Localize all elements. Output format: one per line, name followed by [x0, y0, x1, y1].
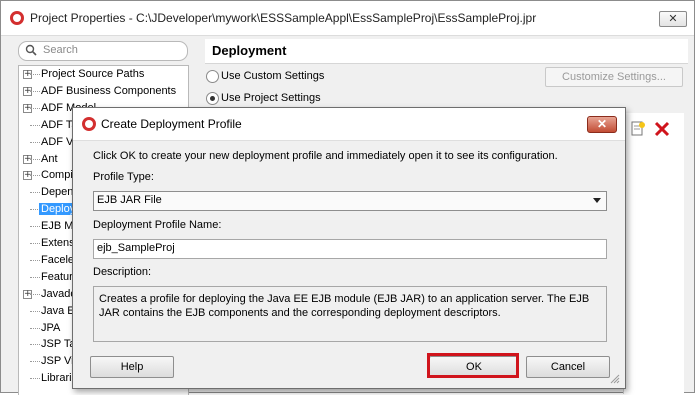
tree-connector — [30, 361, 40, 363]
profile-name-input[interactable]: ejb_SampleProj — [93, 239, 607, 259]
window-titlebar: Project Properties - C:\JDeveloper\mywor… — [1, 1, 694, 36]
tree-item-label: JSP Ta — [41, 338, 76, 351]
new-profile-icon[interactable] — [630, 121, 646, 137]
deployment-header: Deployment — [205, 39, 688, 64]
search-icon — [25, 44, 37, 56]
dialog-titlebar: Create Deployment Profile ✕ — [73, 108, 625, 141]
tree-connector — [30, 327, 40, 329]
tree-connector — [30, 378, 40, 380]
tree-item-label: Facele — [41, 253, 75, 266]
use-project-radio[interactable] — [206, 92, 219, 105]
customize-settings-button: Customize Settings... — [545, 67, 683, 87]
dialog-close-button[interactable]: ✕ — [587, 116, 617, 133]
tree-item-label: Project Source Paths — [41, 68, 145, 80]
description-text: Creates a profile for deploying the Java… — [99, 293, 590, 319]
window-close-button[interactable]: ✕ — [659, 11, 687, 27]
oracle-logo-icon — [10, 11, 24, 25]
window-title: Project Properties - C:\JDeveloper\mywor… — [30, 11, 537, 25]
tree-connector — [30, 344, 40, 346]
tree-item[interactable]: + ADF Business Components — [19, 83, 188, 100]
search-field[interactable]: Search — [18, 41, 188, 61]
tree-connector — [30, 90, 40, 92]
delete-profile-icon[interactable] — [654, 121, 670, 137]
create-deployment-profile-dialog: Create Deployment Profile ✕ Click OK to … — [72, 107, 626, 389]
profile-name-value: ejb_SampleProj — [97, 242, 175, 254]
chevron-down-icon — [593, 198, 601, 203]
profiles-panel — [623, 113, 684, 394]
dialog-title: Create Deployment Profile — [101, 117, 242, 131]
tree-connector — [30, 175, 40, 177]
description-box: Creates a profile for deploying the Java… — [93, 286, 607, 342]
profile-type-select[interactable]: EJB JAR File — [93, 191, 607, 211]
tree-connector — [30, 192, 40, 194]
tree-item-label: JPA — [41, 321, 61, 334]
help-button[interactable]: Help — [90, 356, 174, 378]
tree-item-label: Java E — [41, 304, 75, 317]
tree-connector — [30, 259, 40, 261]
profile-name-label: Deployment Profile Name: — [93, 219, 222, 231]
tree-item-label: Depen — [41, 186, 74, 199]
profile-type-value: EJB JAR File — [97, 194, 162, 206]
tree-connector — [30, 243, 40, 244]
tree-connector — [30, 158, 40, 160]
use-custom-label: Use Custom Settings — [221, 70, 325, 82]
tree-connector — [30, 276, 40, 278]
cancel-button[interactable]: Cancel — [526, 356, 610, 378]
tree-connector — [30, 293, 40, 295]
resize-grip-icon[interactable] — [610, 374, 620, 384]
tree-connector — [30, 74, 40, 75]
oracle-logo-icon — [82, 117, 96, 131]
use-project-label: Use Project Settings — [221, 92, 321, 104]
use-custom-radio[interactable] — [206, 70, 219, 83]
tree-item-label: Extens — [41, 237, 75, 249]
description-label: Description: — [93, 266, 152, 278]
tree-item-label: ADF Business Components — [41, 84, 177, 97]
search-placeholder: Search — [43, 44, 78, 56]
tree-item-label: Featur — [41, 270, 73, 283]
tree-connector — [30, 107, 40, 109]
tree-connector — [30, 226, 40, 228]
ok-button-highlight — [427, 353, 519, 378]
tree-item-label: Compil — [41, 169, 76, 182]
profile-type-label: Profile Type: — [93, 171, 154, 183]
tree-item-label: Ant — [41, 152, 58, 165]
tree-item-label: ADF Vi — [41, 135, 76, 148]
tree-connector — [30, 124, 40, 126]
tree-item[interactable]: + Project Source Paths — [19, 66, 188, 83]
tree-connector — [30, 141, 40, 143]
tree-item-label: Librari — [41, 372, 72, 385]
tree-connector — [30, 310, 40, 312]
page-title: Deployment — [212, 43, 287, 58]
dialog-intro-text: Click OK to create your new deployment p… — [93, 150, 558, 162]
